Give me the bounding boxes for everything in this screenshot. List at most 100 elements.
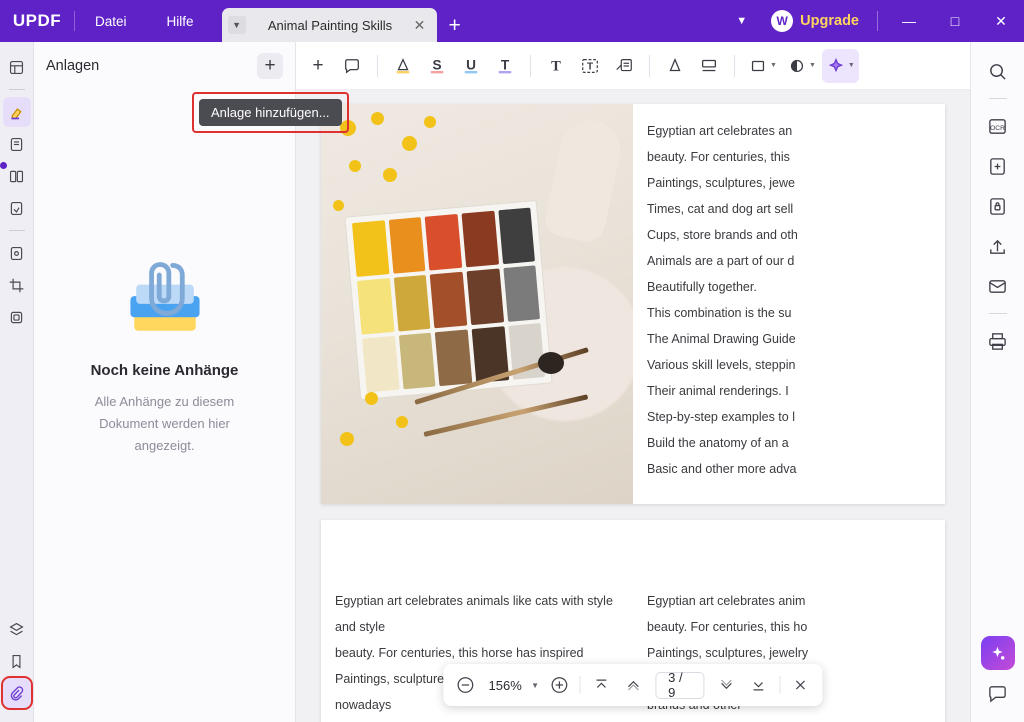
protect-document-icon[interactable] <box>981 189 1015 223</box>
doc-line: Time <box>335 718 623 722</box>
doc-line: Animals are a part of our d <box>647 254 795 268</box>
pencil-icon[interactable] <box>659 49 691 83</box>
zoom-toolbar: 156% ▼ 3 / 9 <box>443 664 823 706</box>
toolbar-divider-4 <box>734 54 735 77</box>
doc-line: Beautifully together. <box>647 280 757 294</box>
chat-icon[interactable] <box>981 676 1015 710</box>
close-icon[interactable] <box>787 670 815 700</box>
document-tab[interactable]: ▼ Animal Painting Skills ✕ <box>221 8 437 42</box>
add-attachment-tooltip: Anlage hinzufügen... <box>199 99 342 126</box>
ai-assistant-icon[interactable] <box>980 636 1015 670</box>
chevron-down-icon[interactable]: ▼ <box>531 681 539 690</box>
text-callout-icon[interactable] <box>608 49 640 83</box>
title-divider <box>877 11 878 31</box>
squiggly-icon[interactable]: T <box>489 49 521 83</box>
sidebar-item-convert[interactable] <box>3 193 31 223</box>
sidebar-item-attachment[interactable] <box>0 676 33 710</box>
empty-description: Alle Anhänge zu diesem Dokument werden h… <box>94 394 235 454</box>
text-field-icon[interactable]: T <box>574 49 606 83</box>
chevron-down-icon[interactable]: ▼ <box>770 62 777 69</box>
zoom-level[interactable]: 156% <box>483 678 527 693</box>
page-photo <box>321 104 633 504</box>
highlight-icon[interactable] <box>387 49 419 83</box>
doc-line: Cups, store brands and oth <box>647 228 798 242</box>
attachments-panel-header: Anlagen + <box>34 42 295 90</box>
doc-line: Basic and other more adva <box>647 462 797 476</box>
tab-title: Animal Painting Skills <box>267 17 393 33</box>
sidebar-item-bookmark[interactable] <box>3 646 31 676</box>
minimize-button[interactable]: — <box>886 0 932 42</box>
svg-text:U: U <box>466 57 476 72</box>
stamp-icon[interactable]: ▼ <box>783 49 820 83</box>
rabbit-ear <box>542 115 627 245</box>
chevron-down-icon[interactable]: ▼ <box>227 16 246 34</box>
doc-line: Their animal renderings. I <box>647 384 789 398</box>
attachments-empty-state: Noch keine Anhänge Alle Anhänge zu diese… <box>34 90 295 722</box>
chevron-down-icon[interactable]: ▼ <box>722 15 761 27</box>
sticker-icon[interactable]: ▼ <box>821 48 859 83</box>
close-icon[interactable]: ✕ <box>411 17 429 34</box>
comment-icon[interactable] <box>336 49 368 83</box>
annotation-toolbar: + S U T T T ▼ ▼ ▼ <box>296 42 970 90</box>
app-body: Anlagen + Noch keine Anhänge Alle Anhäng… <box>0 42 1024 722</box>
sidebar-item-organize-pages[interactable] <box>3 161 31 191</box>
account-avatar: W <box>771 10 794 32</box>
plus-icon[interactable]: + <box>257 53 283 79</box>
sidebar-item-edit-pdf[interactable] <box>3 129 31 159</box>
chevron-down-icon[interactable]: ▼ <box>809 62 816 69</box>
page-image-half <box>321 104 633 504</box>
underline-icon[interactable]: U <box>455 49 487 83</box>
search-icon[interactable] <box>981 54 1015 88</box>
ocr-icon[interactable]: OCR <box>981 109 1015 143</box>
minus-circle-icon[interactable] <box>451 670 479 700</box>
tab-strip: ▼ Animal Painting Skills ✕ + <box>221 0 473 42</box>
compress-icon[interactable] <box>981 149 1015 183</box>
close-button[interactable]: ✕ <box>978 0 1024 42</box>
chevron-down-icon[interactable]: ▼ <box>848 62 855 69</box>
eraser-icon[interactable] <box>693 49 725 83</box>
strikethrough-icon[interactable]: S <box>421 49 453 83</box>
left-tool-rail <box>0 42 34 722</box>
zoombar-divider-2 <box>778 676 780 694</box>
plus-circle-icon[interactable] <box>545 670 573 700</box>
doc-line: Various skill levels, steppin <box>647 358 796 372</box>
text-box-icon[interactable]: T <box>540 49 572 83</box>
doc-line: This combination is the su <box>647 306 792 320</box>
sidebar-item-thumbnails[interactable] <box>3 52 31 82</box>
email-icon[interactable] <box>981 269 1015 303</box>
previous-page-button[interactable] <box>619 670 647 700</box>
toolbar-divider-3 <box>649 54 650 77</box>
svg-text:T: T <box>501 57 510 72</box>
document-viewport[interactable]: Egyptian art celebrates an beauty. For c… <box>296 90 970 722</box>
sidebar-item-ocr-pages[interactable] <box>3 302 31 332</box>
doc-line: Times, cat and dog art sell <box>647 202 794 216</box>
rail-divider <box>8 89 25 90</box>
sidebar-item-highlighter[interactable] <box>2 97 31 127</box>
title-bar: UPDF Datei Hilfe ▼ Animal Painting Skill… <box>0 0 1024 42</box>
plus-icon[interactable]: + <box>302 49 334 83</box>
rail-divider-2 <box>8 230 25 231</box>
next-page-button[interactable] <box>713 670 741 700</box>
maximize-button[interactable]: □ <box>932 0 978 42</box>
doc-line: Egyptian art celebrates anim <box>647 594 806 608</box>
attachment-illustration <box>129 262 200 331</box>
share-icon[interactable] <box>981 229 1015 263</box>
upgrade-button[interactable]: W Upgrade <box>761 10 869 32</box>
sidebar-item-crop[interactable] <box>3 270 31 300</box>
menu-datei[interactable]: Datei <box>75 0 147 42</box>
new-tab-button[interactable]: + <box>437 8 473 42</box>
sidebar-item-layers[interactable] <box>3 614 31 644</box>
last-page-button[interactable] <box>744 670 772 700</box>
menu-hilfe[interactable]: Hilfe <box>147 0 214 42</box>
print-icon[interactable] <box>981 324 1015 358</box>
doc-line: Paintings, sculptures, jewelry <box>647 646 809 660</box>
rabbit-eye <box>538 352 565 374</box>
svg-text:T: T <box>587 61 593 72</box>
svg-text:OCR: OCR <box>990 124 1005 131</box>
sidebar-item-protect[interactable] <box>3 238 31 268</box>
first-page-button[interactable] <box>588 670 616 700</box>
page-indicator[interactable]: 3 / 9 <box>655 670 705 700</box>
shapes-icon[interactable]: ▼ <box>744 49 781 83</box>
upgrade-label: Upgrade <box>800 13 859 29</box>
right-rail-divider-1 <box>988 98 1007 99</box>
